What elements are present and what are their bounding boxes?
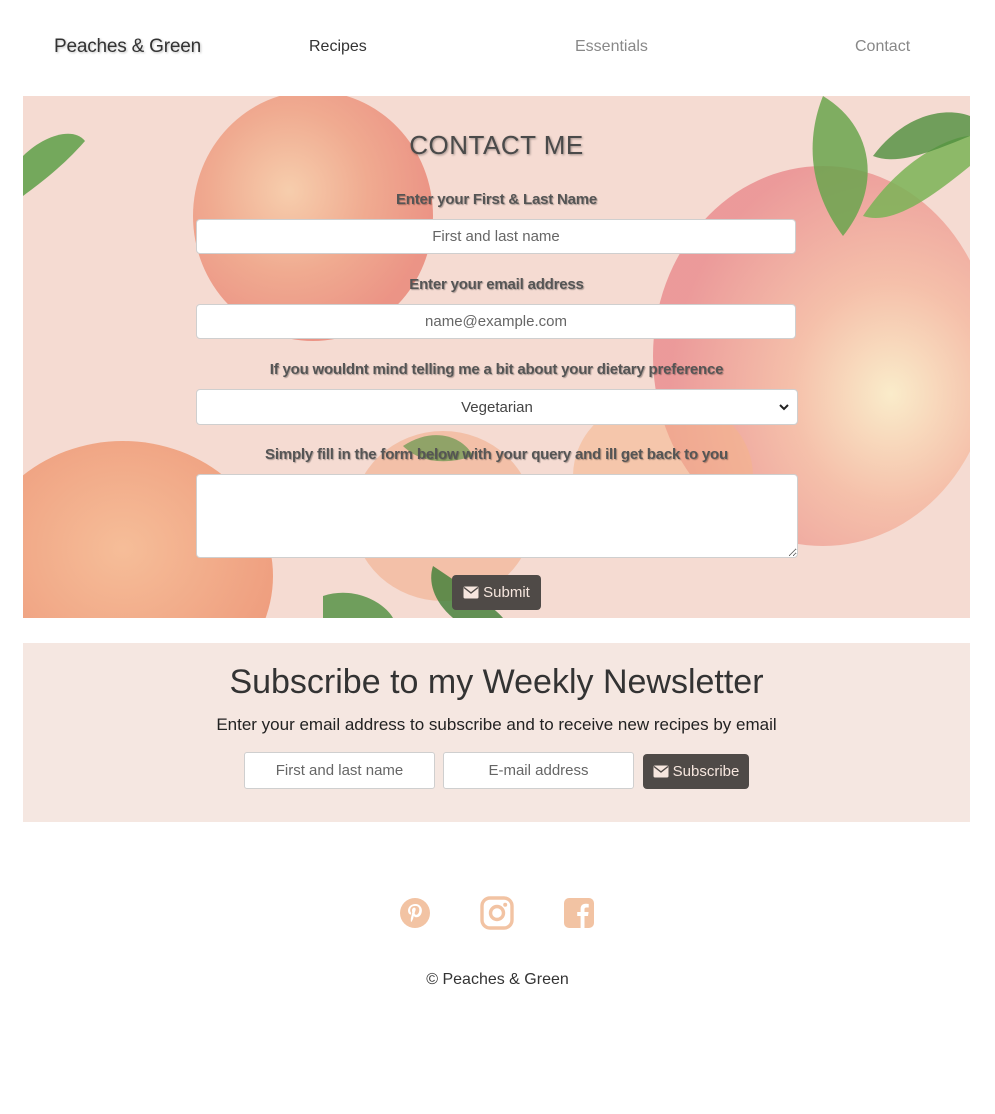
newsletter-subtitle: Enter your email address to subscribe an… <box>216 715 777 734</box>
diet-label: If you wouldnt mind telling me a bit abo… <box>269 361 724 378</box>
contact-form: CONTACT ME Enter your First & Last Name … <box>23 96 970 618</box>
pinterest-icon[interactable] <box>398 896 432 930</box>
contact-title: CONTACT ME <box>409 130 584 160</box>
brand-logo[interactable]: Peaches & Green <box>54 36 201 58</box>
nav-link-recipes[interactable]: Recipes <box>309 38 367 56</box>
submit-label: Submit <box>483 584 530 601</box>
copyright: © Peaches & Green <box>426 971 569 988</box>
envelope-icon <box>653 765 669 778</box>
chevron-down-icon <box>779 404 789 411</box>
query-label: Simply fill in the form below with your … <box>265 446 728 463</box>
subscribe-button[interactable]: Subscribe <box>643 754 749 789</box>
diet-select[interactable]: Vegetarian <box>196 389 798 425</box>
newsletter-section: Subscribe to my Weekly Newsletter Enter … <box>23 643 970 822</box>
newsletter-name-input[interactable] <box>244 752 435 789</box>
email-input[interactable] <box>196 304 796 339</box>
diet-select-value: Vegetarian <box>461 398 533 416</box>
query-textarea[interactable] <box>196 474 798 558</box>
contact-section: CONTACT ME Enter your First & Last Name … <box>23 96 970 618</box>
subscribe-label: Subscribe <box>672 763 740 780</box>
top-nav: Peaches & Green Recipes Essentials Conta… <box>0 0 995 96</box>
newsletter-title: Subscribe to my Weekly Newsletter <box>229 663 764 701</box>
name-label: Enter your First & Last Name <box>395 191 598 208</box>
name-input[interactable] <box>196 219 796 254</box>
facebook-icon[interactable] <box>562 896 596 930</box>
nav-link-essentials[interactable]: Essentials <box>575 38 648 56</box>
envelope-icon <box>463 586 479 599</box>
instagram-icon[interactable] <box>480 896 514 930</box>
newsletter-email-input[interactable] <box>443 752 634 789</box>
submit-button[interactable]: Submit <box>452 575 541 610</box>
nav-link-contact[interactable]: Contact <box>855 38 910 56</box>
email-label: Enter your email address <box>409 276 584 293</box>
